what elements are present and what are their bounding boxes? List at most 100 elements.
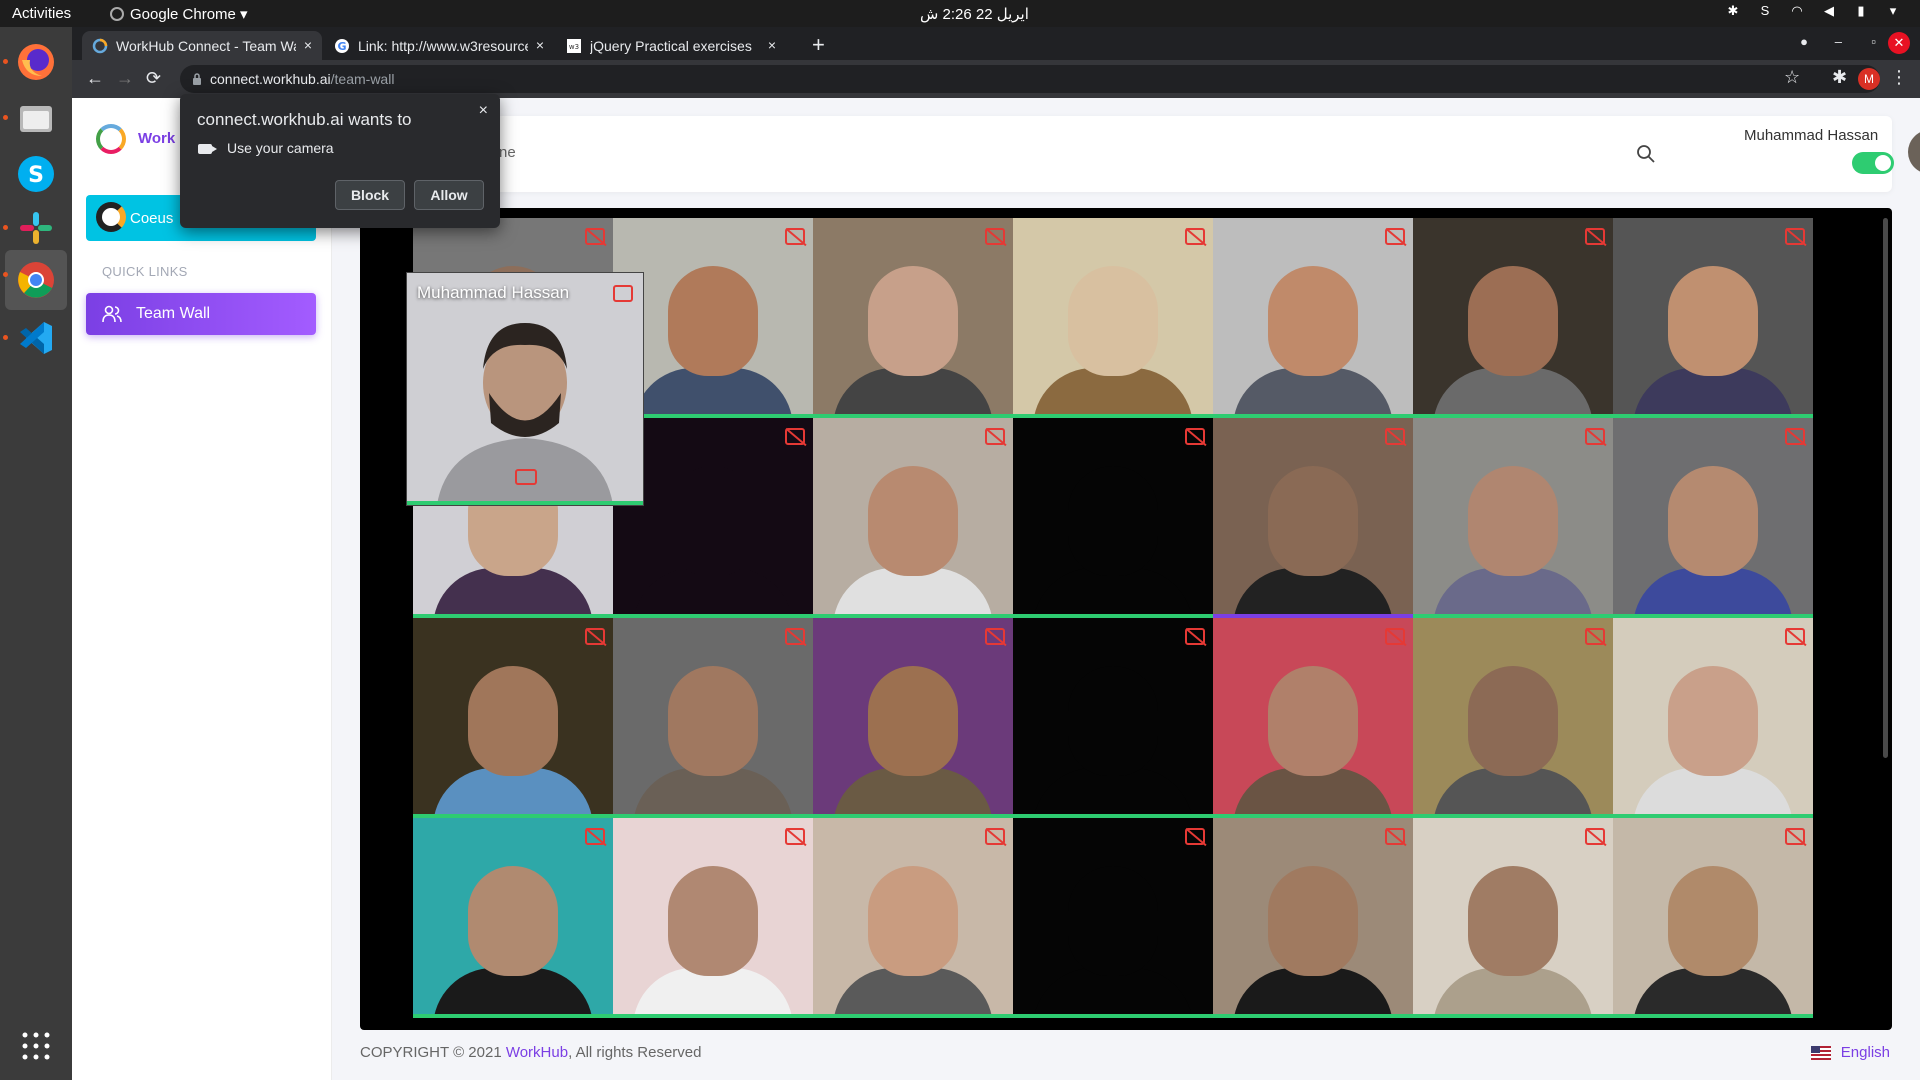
tab-w3resource[interactable]: G Link: http://www.w3resource × [324, 31, 554, 60]
reload-button[interactable]: ⟳ [146, 68, 161, 89]
maximize-button[interactable]: ▫ [1871, 34, 1876, 49]
camera-off-icon[interactable] [1785, 828, 1805, 845]
camera-off-icon[interactable] [985, 628, 1005, 645]
skype-tray-icon[interactable]: S [1758, 4, 1772, 18]
chrome-icon[interactable] [3, 250, 67, 310]
slack-icon[interactable] [3, 203, 61, 253]
participant-video-tile[interactable] [1213, 618, 1413, 818]
participant-video-tile[interactable] [1613, 818, 1813, 1018]
participant-video-tile[interactable] [1613, 618, 1813, 818]
camera-off-icon[interactable] [785, 228, 805, 245]
camera-icon[interactable] [515, 469, 537, 485]
language-selector[interactable]: English [1810, 1044, 1890, 1061]
participant-video-tile[interactable] [1413, 218, 1613, 418]
participant-video-tile[interactable] [813, 218, 1013, 418]
camera-off-icon[interactable] [1585, 228, 1605, 245]
logo-text[interactable]: Work [138, 130, 175, 147]
camera-off-icon[interactable] [1385, 228, 1405, 245]
participant-video-tile[interactable] [1413, 418, 1613, 618]
camera-off-icon[interactable] [585, 628, 605, 645]
participant-video-tile[interactable] [1013, 818, 1213, 1018]
skype-icon[interactable]: S [11, 149, 61, 199]
profile-avatar[interactable]: M [1858, 68, 1880, 90]
avatar[interactable] [1908, 130, 1920, 174]
close-icon[interactable]: × [479, 102, 488, 120]
clock[interactable]: ایریل 22 2:26 ش [920, 5, 1029, 23]
availability-toggle[interactable] [1852, 152, 1894, 174]
camera-off-icon[interactable] [613, 285, 633, 302]
sidebar-item-team-wall[interactable]: Team Wall [86, 293, 316, 335]
participant-video-tile[interactable] [413, 818, 613, 1018]
participant-video-tile[interactable] [613, 818, 813, 1018]
participant-video-tile[interactable] [613, 618, 813, 818]
extensions-icon[interactable]: ✱ [1832, 67, 1847, 88]
scrollbar[interactable] [1883, 218, 1888, 758]
participant-video-tile[interactable] [1413, 818, 1613, 1018]
camera-off-icon[interactable] [1585, 428, 1605, 445]
camera-off-icon[interactable] [585, 228, 605, 245]
back-button[interactable]: ← [86, 68, 104, 89]
battery-icon[interactable]: ▮ [1854, 4, 1868, 18]
camera-off-icon[interactable] [1185, 428, 1205, 445]
files-icon[interactable] [3, 93, 61, 143]
camera-off-icon[interactable] [785, 428, 805, 445]
close-window-button[interactable]: ✕ [1888, 32, 1910, 54]
participant-video-tile[interactable] [1613, 218, 1813, 418]
wifi-icon[interactable]: ◠ [1790, 4, 1804, 18]
camera-off-icon[interactable] [1585, 828, 1605, 845]
system-tray[interactable]: ✱ S ◠ ◀ ▮ ▾ [1726, 4, 1900, 18]
participant-video-tile[interactable] [1613, 418, 1813, 618]
firefox-icon[interactable] [3, 37, 61, 87]
vscode-icon[interactable] [3, 313, 61, 363]
camera-off-icon[interactable] [785, 828, 805, 845]
participant-video-tile[interactable] [813, 818, 1013, 1018]
camera-off-icon[interactable] [1385, 828, 1405, 845]
camera-off-icon[interactable] [785, 628, 805, 645]
block-button[interactable]: Block [335, 180, 405, 210]
camera-off-icon[interactable] [1785, 628, 1805, 645]
close-tab-icon[interactable]: × [768, 37, 776, 53]
participant-video-tile[interactable] [1013, 418, 1213, 618]
participant-video-tile[interactable] [1413, 618, 1613, 818]
camera-off-icon[interactable] [1385, 628, 1405, 645]
new-tab-button[interactable]: + [812, 32, 825, 58]
participant-video-tile[interactable] [1013, 218, 1213, 418]
footer-brand-link[interactable]: WorkHub [506, 1044, 568, 1061]
volume-icon[interactable]: ◀ [1822, 4, 1836, 18]
lock-icon[interactable] [192, 73, 202, 85]
bookmark-star-icon[interactable]: ☆ [1784, 67, 1800, 88]
activities-button[interactable]: Activities [12, 5, 71, 22]
camera-off-icon[interactable] [985, 428, 1005, 445]
tab-search-icon[interactable]: ● [1800, 34, 1808, 49]
camera-off-icon[interactable] [1785, 428, 1805, 445]
self-video-tile[interactable]: Muhammad Hassan [406, 272, 644, 506]
participant-video-tile[interactable] [1213, 218, 1413, 418]
camera-off-icon[interactable] [985, 228, 1005, 245]
participant-video-tile[interactable] [1213, 818, 1413, 1018]
camera-off-icon[interactable] [1185, 628, 1205, 645]
app-grid-icon[interactable] [11, 1021, 61, 1071]
settings-icon[interactable]: ✱ [1726, 4, 1740, 18]
camera-off-icon[interactable] [585, 828, 605, 845]
search-icon[interactable] [1636, 144, 1656, 164]
tab-workhub[interactable]: WorkHub Connect - Team Wall × [82, 31, 322, 60]
close-tab-icon[interactable]: × [536, 37, 544, 53]
participant-video-tile[interactable] [1013, 618, 1213, 818]
minimize-button[interactable]: – [1835, 34, 1842, 49]
participant-video-tile[interactable] [1213, 418, 1413, 618]
close-tab-icon[interactable]: × [304, 37, 312, 53]
app-menu[interactable]: Google Chrome ▾ [110, 5, 248, 23]
workhub-logo-icon[interactable] [96, 124, 126, 154]
participant-video-tile[interactable] [413, 618, 613, 818]
address-bar[interactable]: connect.workhub.ai/team-wall [180, 65, 1880, 93]
forward-button[interactable]: → [116, 68, 134, 89]
chrome-menu-icon[interactable]: ⋮ [1890, 67, 1908, 88]
camera-off-icon[interactable] [1585, 628, 1605, 645]
allow-button[interactable]: Allow [414, 180, 484, 210]
camera-off-icon[interactable] [1785, 228, 1805, 245]
tab-jquery[interactable]: w3 jQuery Practical exercises × [556, 31, 786, 60]
camera-off-icon[interactable] [1185, 228, 1205, 245]
camera-off-icon[interactable] [1185, 828, 1205, 845]
camera-off-icon[interactable] [985, 828, 1005, 845]
camera-off-icon[interactable] [1385, 428, 1405, 445]
